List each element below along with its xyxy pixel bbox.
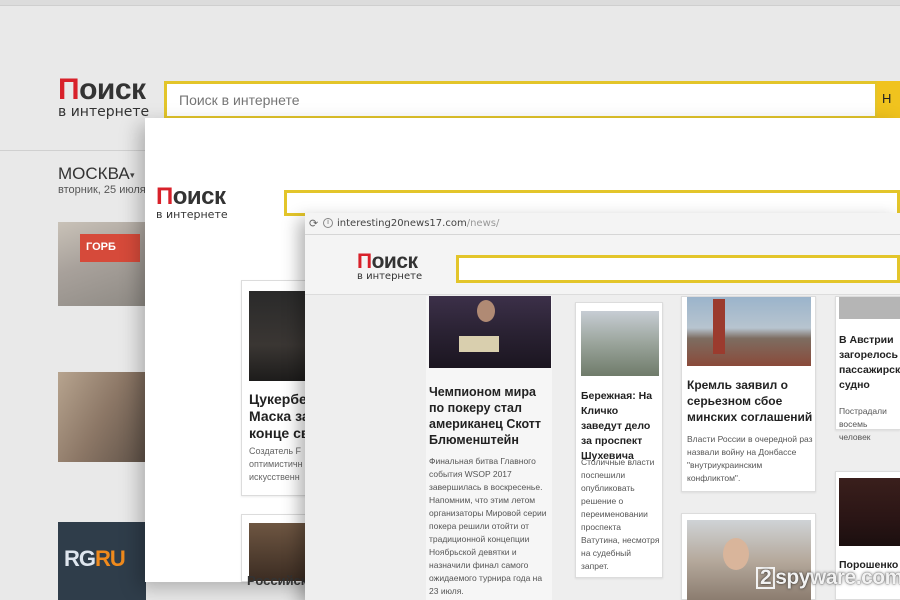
news-title[interactable]: Чемпионом мира по покеру стал американец… — [429, 384, 551, 448]
logo-letter: П — [357, 250, 372, 273]
watermark-digit: 2 — [756, 567, 776, 589]
store-sign-text: ГОРБ — [80, 234, 140, 262]
site-logo[interactable]: Поиск в интернете — [58, 73, 150, 120]
player-face — [477, 300, 495, 322]
search-input[interactable] — [167, 84, 875, 116]
site-logo[interactable]: Поиск в интернете — [156, 183, 228, 221]
browser-window: ⟳ i interesting20news17.com/news/ Поиск … — [305, 213, 900, 600]
logo-letter: П — [58, 73, 80, 106]
news-photo — [429, 296, 551, 368]
news-thumbnail[interactable]: ГОРБ — [58, 222, 146, 306]
rg-text: RG — [64, 546, 96, 571]
news-photo — [581, 311, 659, 376]
url-host: interesting20news17.com — [337, 218, 467, 229]
url-path: /news/ — [466, 218, 500, 229]
news-thumbnail[interactable]: RGRU — [58, 522, 146, 600]
news-photo — [839, 478, 900, 546]
news-title[interactable]: В Австрии загорелось пассажирское судно — [839, 333, 900, 393]
logo-word: оиск — [79, 73, 146, 106]
browser-top-line — [0, 0, 900, 6]
search-input[interactable] — [456, 255, 900, 283]
site-logo[interactable]: Поиск в интернете — [357, 251, 422, 282]
logo-word: оиск — [172, 183, 226, 210]
news-description: Столичные власти поспешили опубликовать … — [581, 457, 660, 571]
news-description: Власти России в очередной раз назвали во… — [687, 434, 813, 483]
news-card[interactable]: В Австрии загорелось пассажирское судно … — [835, 296, 900, 442]
person-face — [723, 538, 749, 570]
ru-text: RU — [95, 546, 126, 571]
watermark-text: spyware.com — [775, 566, 900, 589]
news-title[interactable]: Бережная: На Кличко заведут дело за прос… — [581, 389, 661, 464]
logo-word: оиск — [371, 250, 418, 273]
chip-stacks — [459, 336, 499, 352]
news-card[interactable]: Кремль заявил о серьезном сбое минских с… — [681, 296, 816, 492]
watermark-logo: 2 spyware.com — [754, 566, 900, 590]
news-description: Финальная битва Главного события WSOP 20… — [429, 456, 547, 596]
current-date: вторник, 25 июля — [58, 184, 146, 196]
kremlin-tower — [713, 299, 725, 354]
info-icon[interactable]: i — [323, 218, 333, 228]
chevron-down-icon[interactable]: ▾ — [130, 170, 135, 181]
news-thumbnail[interactable] — [58, 372, 146, 462]
rgru-logo: RGRU — [64, 546, 126, 572]
search-box — [164, 81, 878, 119]
logo-subtitle: в интернете — [58, 104, 150, 120]
address-bar[interactable]: ⟳ i interesting20news17.com/news/ — [305, 213, 900, 235]
city-selector[interactable]: МОСКВА — [58, 164, 130, 184]
url-text[interactable]: interesting20news17.com/news/ — [337, 218, 499, 229]
news-title[interactable]: Кремль заявил о серьезном сбое минских с… — [687, 377, 815, 425]
news-photo — [839, 297, 900, 319]
news-card[interactable]: Чемпионом мира по покеру стал американец… — [426, 296, 552, 600]
reload-icon[interactable]: ⟳ — [309, 217, 318, 230]
news-description: Пострадали восемь человек — [839, 406, 887, 442]
news-photo — [687, 297, 811, 366]
logo-subtitle: в интернете — [357, 271, 423, 282]
logo-letter: П — [156, 183, 173, 210]
news-card[interactable]: Бережная: На Кличко заведут дело за прос… — [575, 302, 663, 578]
search-button[interactable]: Н — [877, 81, 900, 119]
logo-subtitle: в интернете — [156, 208, 228, 221]
